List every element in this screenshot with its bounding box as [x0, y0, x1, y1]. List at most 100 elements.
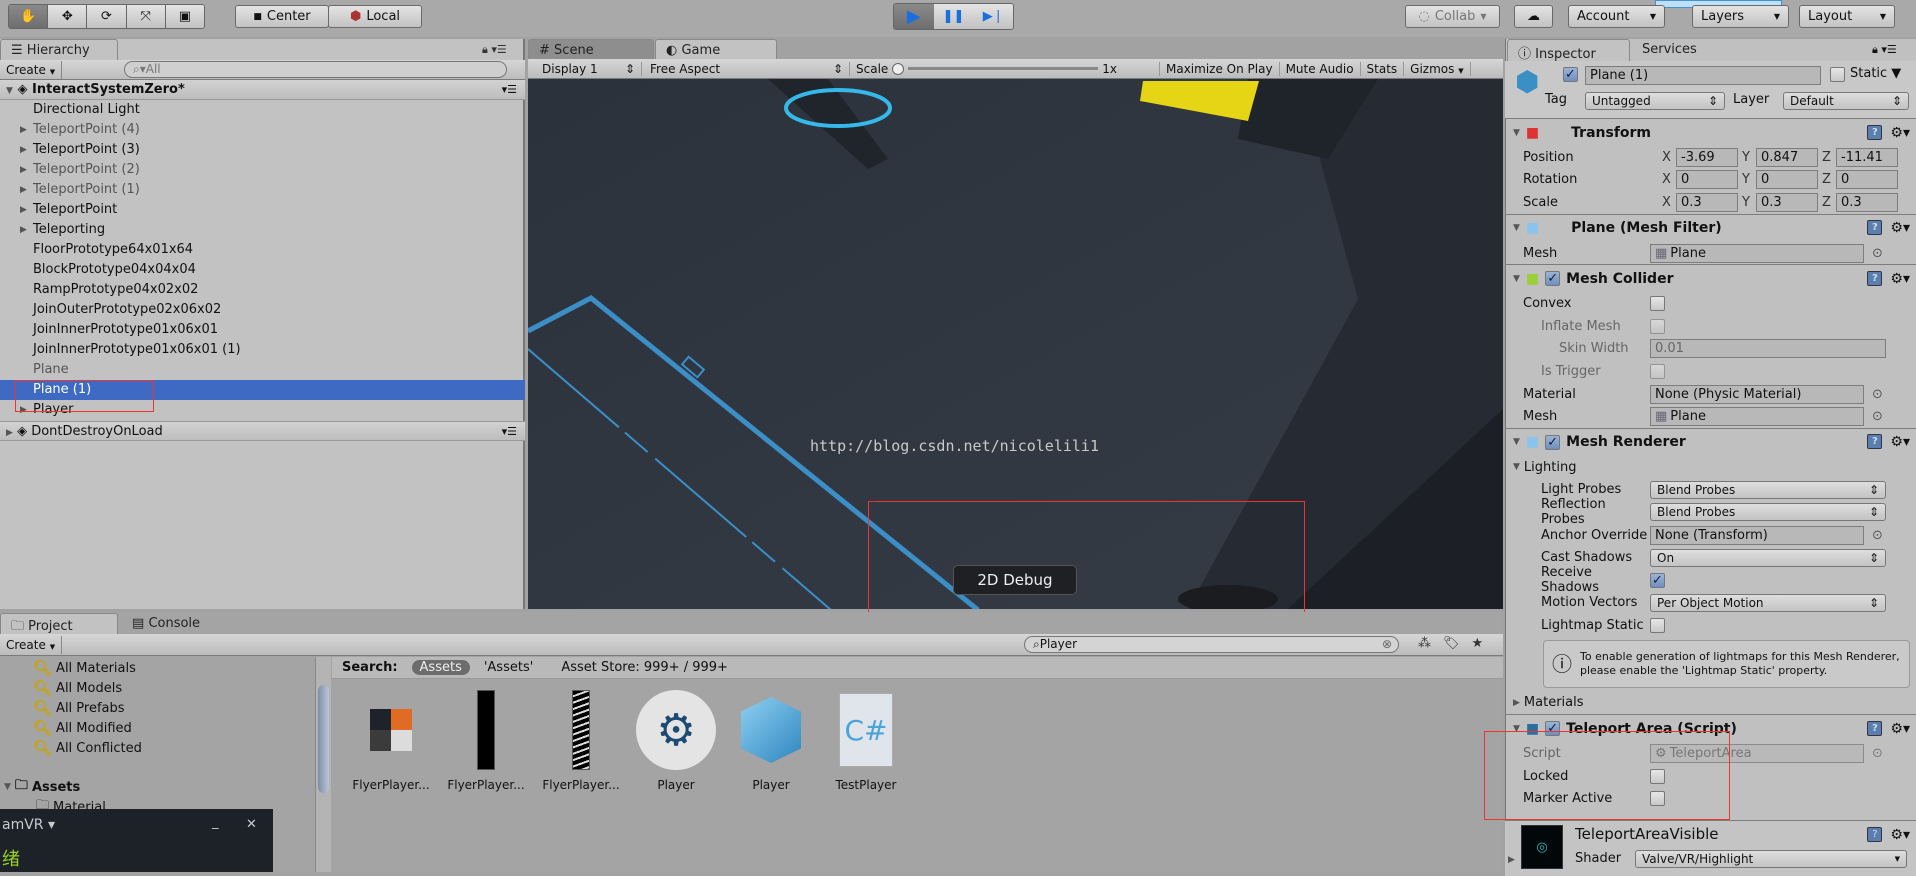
hierarchy-item[interactable]: ▶ TeleportPoint (2): [0, 160, 525, 180]
clear-search-icon[interactable]: ⊗: [1382, 637, 1392, 652]
asset-item[interactable]: FlyerPlayer...: [343, 690, 439, 792]
static-checkbox[interactable]: [1830, 67, 1845, 82]
gear-icon[interactable]: ⚙▾: [1890, 827, 1910, 843]
2d-debug-button[interactable]: 2D Debug: [953, 565, 1077, 595]
asset-item[interactable]: C# TestPlayer: [818, 690, 914, 792]
hierarchy-item[interactable]: BlockPrototype04x04x04: [0, 260, 525, 280]
favorite-item[interactable]: 🔍︎ All Prefabs: [33, 698, 125, 718]
hierarchy-item[interactable]: JoinInnerPrototype01x06x01 (1): [0, 340, 525, 360]
expand-arrow-icon[interactable]: ▶: [20, 180, 27, 200]
reflection-probes-dropdown[interactable]: Blend Probes ⇕: [1650, 503, 1886, 522]
position-z-input[interactable]: -11.41: [1836, 147, 1898, 167]
pivot-local-button[interactable]: ⬢ Local: [328, 5, 422, 28]
layer-dropdown[interactable]: Default ⇕: [1783, 92, 1909, 110]
foldout-arrow-icon[interactable]: ▼: [1513, 437, 1520, 447]
tab-hierarchy[interactable]: ☰ Hierarchy: [0, 39, 118, 61]
foldout-arrow-icon[interactable]: ▼: [1513, 223, 1520, 233]
hierarchy-item[interactable]: ▶ Player: [0, 400, 525, 420]
physic-material-field[interactable]: None (Physic Material): [1650, 384, 1864, 404]
tag-dropdown[interactable]: Untagged ⇕: [1585, 92, 1725, 110]
scope-assets-button[interactable]: Assets: [411, 660, 470, 675]
favorite-item[interactable]: 🔍︎ All Modified: [33, 718, 132, 738]
favorite-item[interactable]: 🔍︎ All Materials: [33, 658, 136, 678]
collab-button[interactable]: ◌ Collab ▼: [1405, 5, 1500, 28]
hierarchy-item[interactable]: FloorPrototype64x01x64: [0, 240, 525, 260]
hierarchy-item[interactable]: JoinInnerPrototype01x06x01: [0, 320, 525, 340]
tab-inspector[interactable]: ⓘ Inspector: [1507, 39, 1630, 62]
rotation-y-input[interactable]: 0: [1756, 170, 1818, 190]
object-picker-icon[interactable]: ⊙: [1872, 387, 1883, 402]
receive-shadows-checkbox[interactable]: ✓: [1650, 572, 1665, 588]
expand-arrow-icon[interactable]: ▶: [20, 120, 27, 140]
collider-mesh-field[interactable]: ▦ Plane: [1650, 407, 1864, 427]
hierarchy-search-input[interactable]: ⌕▾All: [124, 61, 507, 78]
hierarchy-item[interactable]: ▶ TeleportPoint (1): [0, 180, 525, 200]
position-y-input[interactable]: 0.847: [1756, 147, 1818, 167]
mesh-filter-header[interactable]: ▼ ■ Plane (Mesh Filter)? ⚙▾: [1505, 213, 1916, 242]
anchor-override-field[interactable]: None (Transform): [1650, 525, 1864, 545]
hierarchy-item[interactable]: ▶ TeleportPoint (4): [0, 120, 525, 140]
scale-x-input[interactable]: 0.3: [1676, 192, 1738, 212]
help-book-icon[interactable]: ?: [1867, 720, 1883, 736]
minimize-button[interactable]: _: [212, 815, 219, 830]
foldout-arrow-icon[interactable]: ▼: [1505, 462, 1520, 472]
lightmap-static-checkbox[interactable]: [1650, 617, 1665, 633]
rotation-x-input[interactable]: 0: [1676, 170, 1738, 190]
lighting-foldout[interactable]: Lighting: [1524, 460, 1577, 475]
object-name-input[interactable]: Plane (1): [1585, 66, 1821, 85]
foldout-arrow-icon[interactable]: ▼: [1513, 724, 1520, 734]
rect-tool-icon[interactable]: ▣: [165, 5, 204, 28]
hand-tool-icon[interactable]: ✋: [9, 5, 49, 28]
locked-checkbox[interactable]: [1650, 768, 1665, 784]
lock-icon[interactable]: 🔒︎ ▾☰: [482, 43, 507, 57]
tab-services[interactable]: Services: [1632, 39, 1732, 61]
inflate-mesh-checkbox[interactable]: [1650, 318, 1665, 334]
foldout-arrow-icon[interactable]: ▶: [1505, 698, 1520, 708]
filter-type-icon[interactable]: ⁂: [1418, 636, 1431, 651]
stats-toggle[interactable]: Stats: [1361, 61, 1405, 76]
component-enabled-checkbox[interactable]: ✓: [1545, 271, 1561, 287]
gear-icon[interactable]: ⚙▾: [1890, 721, 1910, 737]
slider-track[interactable]: [908, 67, 1099, 70]
scale-slider[interactable]: Scale 1x: [850, 61, 1160, 76]
shader-dropdown[interactable]: Valve/VR/Highlight ▼: [1635, 850, 1907, 869]
foldout-arrow-icon[interactable]: ▼: [1513, 128, 1520, 138]
component-enabled-checkbox[interactable]: ✓: [1545, 434, 1561, 450]
favorite-icon[interactable]: ★: [1472, 636, 1484, 651]
object-picker-icon[interactable]: ⊙: [1872, 528, 1883, 543]
steamvr-title[interactable]: amVR ▾: [2, 817, 55, 833]
gear-icon[interactable]: ⚙▾: [1890, 434, 1910, 450]
lock-icon[interactable]: 🔒︎ ▾☰: [1872, 43, 1897, 57]
convex-checkbox[interactable]: [1650, 296, 1665, 312]
object-picker-icon[interactable]: ⊙: [1872, 409, 1883, 424]
display-dropdown[interactable]: Display 1 ⇕: [528, 61, 642, 76]
transform-header[interactable]: ▼ ■ Transform? ⚙▾: [1505, 118, 1916, 146]
rotation-z-input[interactable]: 0: [1836, 170, 1898, 190]
materials-foldout[interactable]: Materials: [1524, 695, 1584, 710]
scene-row[interactable]: ▼ ◈ InteractSystemZero* ▾☰: [0, 80, 525, 100]
marker-active-checkbox[interactable]: [1650, 791, 1665, 807]
foldout-arrow-icon[interactable]: ▼: [1513, 274, 1520, 284]
tab-project[interactable]: 🗀︎ Project: [0, 613, 118, 635]
step-button[interactable]: ▶❘: [973, 4, 1013, 29]
scene-menu-icon[interactable]: ▾☰: [502, 80, 517, 100]
favorite-item[interactable]: 🔍︎ All Models: [33, 678, 122, 698]
hierarchy-item[interactable]: Plane (1): [0, 380, 525, 400]
layers-dropdown[interactable]: Layers ▼: [1692, 5, 1789, 28]
help-book-icon[interactable]: ?: [1867, 124, 1883, 140]
scene-row-dontdestroy[interactable]: ▶ ◈ DontDestroyOnLoad ▾☰: [0, 421, 525, 441]
gear-icon[interactable]: ⚙▾: [1890, 125, 1910, 141]
rotate-tool-icon[interactable]: ⟳: [87, 5, 127, 28]
object-picker-icon[interactable]: ⊙: [1872, 246, 1883, 261]
mute-audio-toggle[interactable]: Mute Audio: [1280, 61, 1361, 76]
game-viewport[interactable]: http://blog.csdn.net/nicolelili1: [528, 79, 1503, 609]
scale-z-input[interactable]: 0.3: [1836, 192, 1898, 212]
tab-game[interactable]: ◐ Game: [655, 39, 777, 61]
gear-icon[interactable]: ⚙▾: [1890, 220, 1910, 236]
mesh-collider-header[interactable]: ▼ ■ ✓ Mesh Collider? ⚙▾: [1505, 264, 1916, 292]
foldout-arrow-icon[interactable]: ▶: [1508, 855, 1515, 865]
tab-scene[interactable]: # Scene: [528, 39, 654, 61]
mesh-renderer-header[interactable]: ▼ ■ ✓ Mesh Renderer? ⚙▾: [1505, 427, 1916, 456]
help-book-icon[interactable]: ?: [1867, 434, 1883, 450]
static-toggle[interactable]: Static ▼: [1850, 66, 1901, 81]
